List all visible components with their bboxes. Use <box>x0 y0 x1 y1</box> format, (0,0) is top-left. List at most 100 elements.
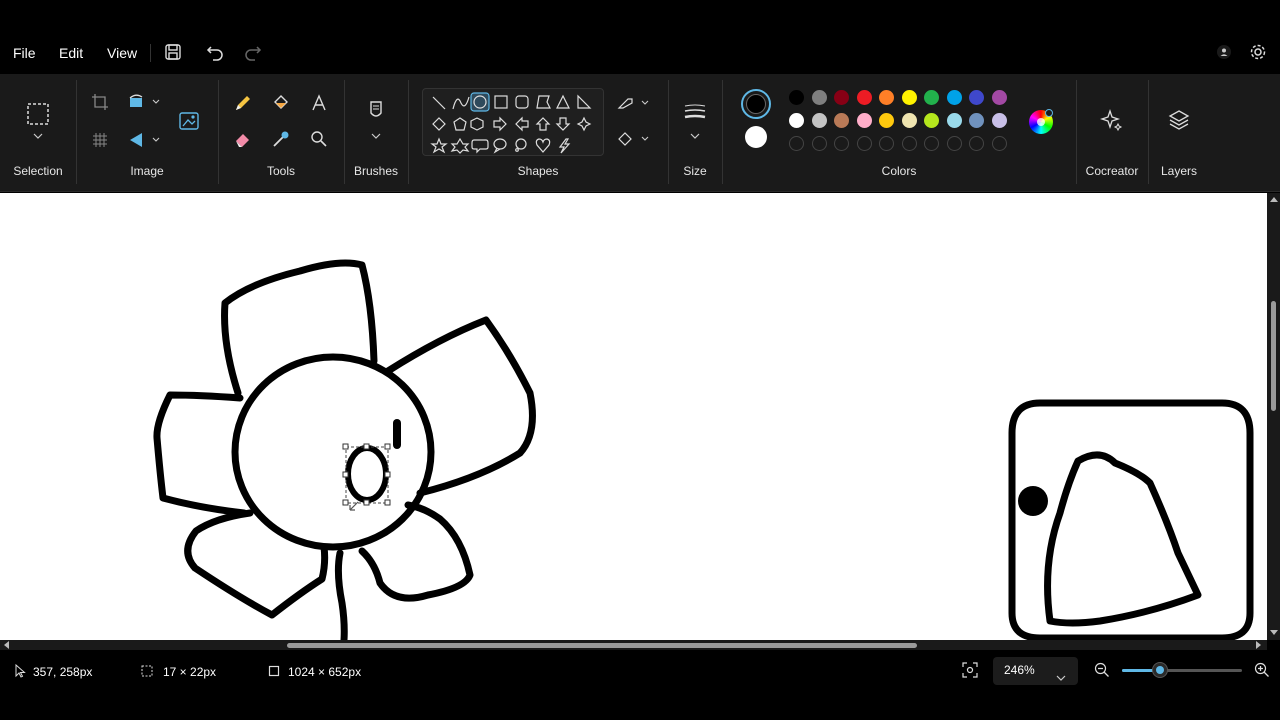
palette-color-swatch[interactable] <box>946 113 962 128</box>
canvas-size-icon <box>268 664 282 678</box>
fill-bucket-icon[interactable] <box>270 92 292 114</box>
palette-color-swatch[interactable] <box>811 113 827 128</box>
primary-color-swatch <box>746 94 766 114</box>
rotate-icon[interactable] <box>126 92 160 112</box>
palette-color-swatch[interactable] <box>946 90 962 105</box>
settings-gear-icon[interactable] <box>1248 42 1268 62</box>
palette-color-swatch[interactable] <box>856 113 872 128</box>
resize-icon[interactable] <box>90 130 110 150</box>
chevron-down-icon[interactable] <box>368 130 384 142</box>
palette-color-swatch[interactable] <box>901 113 917 128</box>
primary-color-ring[interactable] <box>741 89 771 119</box>
zoom-slider-knob[interactable] <box>1152 662 1169 678</box>
menu-divider <box>150 44 151 62</box>
zoom-level: 246% <box>1004 663 1035 677</box>
right-triangle-shape-icon <box>577 94 592 109</box>
five-point-star-shape-icon <box>430 137 448 154</box>
vertical-scrollbar[interactable] <box>1267 193 1280 640</box>
palette-color-swatch[interactable] <box>789 113 804 128</box>
chevron-down-icon[interactable] <box>687 130 703 142</box>
scroll-right-arrow-icon[interactable] <box>1256 641 1261 649</box>
cocreator-label: Cocreator <box>1085 164 1139 178</box>
menu-bar: File Edit View <box>0 0 1280 74</box>
custom-color-slot[interactable] <box>901 136 917 151</box>
zoom-in-icon[interactable] <box>1254 662 1270 678</box>
palette-color-swatch[interactable] <box>789 90 804 105</box>
palette-color-swatch[interactable] <box>969 90 984 105</box>
menu-file[interactable]: File <box>13 45 36 61</box>
palette-color-swatch[interactable] <box>924 113 939 128</box>
custom-color-slot[interactable] <box>834 136 849 151</box>
custom-color-slot[interactable] <box>924 136 939 151</box>
cocreator-sparkle-icon[interactable] <box>1100 108 1124 132</box>
palette-color-swatch[interactable] <box>879 90 894 105</box>
image-properties-icon[interactable] <box>178 108 202 132</box>
zoom-dropdown[interactable]: 246% <box>993 657 1078 685</box>
size-group: Size <box>668 74 722 192</box>
four-point-star-shape-icon <box>576 116 592 132</box>
horizontal-scrollbar[interactable] <box>0 640 1267 650</box>
custom-color-slot[interactable] <box>811 136 827 151</box>
text-icon[interactable] <box>308 92 330 114</box>
custom-color-slot[interactable] <box>789 136 804 151</box>
redo-icon[interactable] <box>243 42 263 62</box>
custom-color-slot[interactable] <box>946 136 962 151</box>
brush-icon[interactable] <box>364 98 388 124</box>
palette-color-swatch[interactable] <box>834 113 849 128</box>
six-point-star-shape-icon <box>450 137 470 154</box>
drawing-canvas[interactable] <box>0 193 1267 640</box>
selection-size-icon <box>141 664 155 678</box>
palette-color-swatch[interactable] <box>901 90 917 105</box>
rectangle-select-icon[interactable] <box>24 100 52 128</box>
custom-color-slot[interactable] <box>969 136 984 151</box>
palette-color-swatch[interactable] <box>924 90 939 105</box>
fit-to-window-icon[interactable] <box>962 662 980 680</box>
pencil-icon[interactable] <box>232 92 254 114</box>
shape-outline-icon[interactable] <box>616 94 650 112</box>
secondary-color-swatch[interactable] <box>745 126 767 148</box>
scroll-down-arrow-icon[interactable] <box>1270 630 1278 635</box>
vertical-scroll-thumb[interactable] <box>1271 301 1276 411</box>
custom-color-slot[interactable] <box>856 136 872 151</box>
palette-color-swatch[interactable] <box>856 90 872 105</box>
horizontal-scroll-thumb[interactable] <box>287 643 917 648</box>
lightning-shape-icon <box>558 138 571 154</box>
flower-petal-right <box>384 316 536 497</box>
right-arrow-shape-icon <box>493 116 507 132</box>
menu-view[interactable]: View <box>107 45 137 61</box>
palette-color-swatch[interactable] <box>834 90 849 105</box>
up-arrow-shape-icon <box>535 117 551 131</box>
rounded-rectangle-shape-icon <box>515 95 529 109</box>
magnifier-icon[interactable] <box>308 128 330 150</box>
stroke-size-icon[interactable] <box>682 102 708 122</box>
menu-edit[interactable]: Edit <box>59 45 83 61</box>
custom-color-slot[interactable] <box>879 136 894 151</box>
colors-label: Colors <box>881 164 917 178</box>
flower-petal-left <box>153 391 248 517</box>
add-color-badge <box>1045 109 1053 117</box>
scroll-left-arrow-icon[interactable] <box>4 641 9 649</box>
color-picker-icon[interactable] <box>270 128 292 150</box>
flower-mouth <box>345 445 389 503</box>
scroll-up-arrow-icon[interactable] <box>1270 197 1278 202</box>
layers-icon[interactable] <box>1167 108 1191 132</box>
crop-icon[interactable] <box>90 92 110 112</box>
account-icon[interactable] <box>1214 42 1234 62</box>
eraser-icon[interactable] <box>232 128 254 150</box>
save-icon[interactable] <box>163 42 183 62</box>
undo-icon[interactable] <box>205 42 225 62</box>
zoom-slider[interactable] <box>1122 662 1242 678</box>
palette-color-swatch[interactable] <box>991 90 1007 105</box>
palette-color-swatch[interactable] <box>811 90 827 105</box>
flower-petal-top <box>221 259 378 397</box>
shape-fill-icon[interactable] <box>616 130 650 148</box>
status-bar: 357, 258px 17 × 22px 1024 × 652px 246% <box>0 650 1280 720</box>
zoom-out-icon[interactable] <box>1094 662 1110 678</box>
selection-size: 17 × 22px <box>163 665 217 679</box>
chevron-down-icon[interactable] <box>30 130 46 142</box>
palette-color-swatch[interactable] <box>879 113 894 128</box>
palette-color-swatch[interactable] <box>991 113 1007 128</box>
palette-color-swatch[interactable] <box>969 113 984 128</box>
flip-icon[interactable] <box>126 130 160 150</box>
custom-color-slot[interactable] <box>991 136 1007 151</box>
